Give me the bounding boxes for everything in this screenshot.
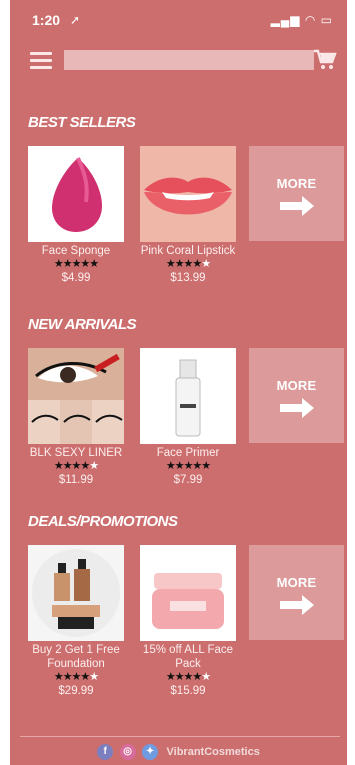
more-label: MORE bbox=[276, 575, 317, 590]
product-image-eyeliner bbox=[28, 348, 124, 444]
arrow-right-icon bbox=[279, 196, 314, 216]
top-bar bbox=[10, 46, 347, 76]
product-price: $29.99 bbox=[58, 685, 94, 697]
section-title-new-arrivals: NEW ARRIVALS bbox=[28, 316, 137, 333]
arrow-right-icon bbox=[279, 398, 314, 418]
product-card[interactable]: Face Sponge ★★★★★ $4.99 bbox=[26, 146, 126, 286]
signal-wifi-battery-icon: ▂▄▆ ◠ ▭ bbox=[270, 13, 333, 27]
more-button-best-sellers[interactable]: MORE bbox=[249, 146, 344, 241]
product-card[interactable]: Buy 2 Get 1 Free Foundation ★★★★★ $29.99 bbox=[26, 545, 126, 699]
more-button-deals[interactable]: MORE bbox=[249, 545, 344, 640]
product-card[interactable]: Face Primer ★★★★★ $7.99 bbox=[138, 348, 238, 488]
product-name: Face Primer bbox=[156, 447, 220, 459]
product-price: $11.99 bbox=[58, 474, 94, 486]
rating-stars: ★★★★★ bbox=[53, 258, 99, 270]
footer-divider bbox=[20, 736, 340, 737]
more-label: MORE bbox=[276, 176, 317, 191]
rating-stars: ★★★★★ bbox=[165, 460, 211, 472]
status-time: 1:20 bbox=[32, 12, 61, 28]
product-price: $7.99 bbox=[173, 474, 203, 486]
product-name: 15% off ALL Face Pack bbox=[142, 644, 234, 670]
brand-name: VibrantCosmetics bbox=[166, 745, 260, 758]
location-icon: ➚ bbox=[70, 13, 81, 27]
menu-icon[interactable] bbox=[30, 52, 52, 69]
product-card[interactable]: 15% off ALL Face Pack ★★★★★ $15.99 bbox=[138, 545, 238, 699]
product-name: Face Sponge bbox=[41, 245, 111, 257]
footer: f ◎ ✦ VibrantCosmetics bbox=[10, 743, 347, 761]
product-price: $13.99 bbox=[170, 272, 206, 284]
deals-row: Buy 2 Get 1 Free Foundation ★★★★★ $29.99… bbox=[10, 545, 347, 715]
app-screen: 1:20 ➚ ▂▄▆ ◠ ▭ BEST SELLERS Face Sponge … bbox=[10, 0, 347, 765]
instagram-icon[interactable]: ◎ bbox=[119, 743, 136, 760]
more-label: MORE bbox=[276, 378, 317, 393]
rating-stars: ★★★★★ bbox=[165, 671, 211, 683]
product-price: $4.99 bbox=[61, 272, 91, 284]
rating-stars: ★★★★★ bbox=[53, 460, 99, 472]
more-button-new-arrivals[interactable]: MORE bbox=[249, 348, 344, 443]
product-image-face-pack bbox=[140, 545, 236, 641]
product-card[interactable]: BLK SEXY LINER ★★★★★ $11.99 bbox=[26, 348, 126, 488]
product-card[interactable]: Pink Coral Lipstick ★★★★★ $13.99 bbox=[138, 146, 238, 286]
arrow-right-icon bbox=[279, 595, 314, 615]
product-image-foundation bbox=[28, 545, 124, 641]
section-title-best-sellers: BEST SELLERS bbox=[28, 114, 136, 131]
product-price: $15.99 bbox=[170, 685, 206, 697]
rating-stars: ★★★★★ bbox=[165, 258, 211, 270]
product-name: BLK SEXY LINER bbox=[29, 447, 123, 459]
best-sellers-row: Face Sponge ★★★★★ $4.99 Pink Coral Lipst… bbox=[10, 146, 347, 316]
facebook-icon[interactable]: f bbox=[97, 743, 114, 760]
product-image-pink-coral-lipstick bbox=[140, 146, 236, 242]
rating-stars: ★★★★★ bbox=[53, 671, 99, 683]
new-arrivals-row: BLK SEXY LINER ★★★★★ $11.99 Face Primer … bbox=[10, 348, 347, 518]
product-name: Pink Coral Lipstick bbox=[140, 245, 236, 257]
product-image-face-sponge bbox=[28, 146, 124, 242]
cart-icon[interactable] bbox=[313, 48, 337, 72]
section-title-deals-promotions: DEALS/PROMOTIONS bbox=[28, 513, 178, 530]
product-name: Buy 2 Get 1 Free Foundation bbox=[32, 644, 120, 670]
twitter-icon[interactable]: ✦ bbox=[142, 743, 159, 760]
product-image-face-primer bbox=[140, 348, 236, 444]
status-bar: 1:20 ➚ ▂▄▆ ◠ ▭ bbox=[10, 0, 347, 40]
search-input[interactable] bbox=[64, 50, 314, 70]
